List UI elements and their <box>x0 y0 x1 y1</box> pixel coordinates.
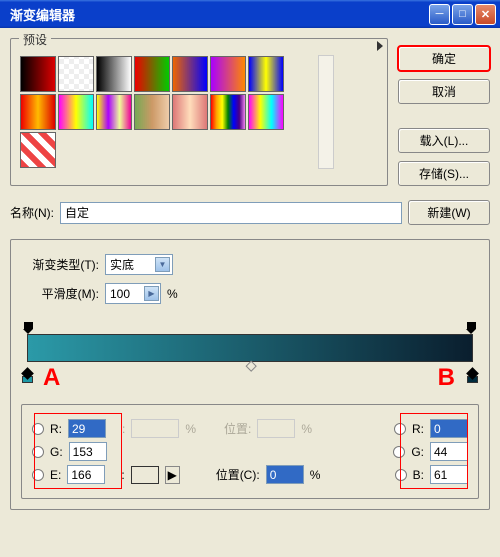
dialog-body: 预设 确定 取消 载入(L)... 存储(S)... 名称(N): 新建(W) … <box>0 28 500 520</box>
left-g-radio[interactable] <box>32 446 44 458</box>
preset-swatch[interactable] <box>58 56 94 92</box>
maximize-button[interactable]: □ <box>452 4 473 25</box>
preset-swatch[interactable] <box>58 94 94 130</box>
preset-swatch[interactable] <box>134 56 170 92</box>
preset-swatch[interactable] <box>210 56 246 92</box>
left-r-label: R: <box>50 422 62 436</box>
preset-swatch[interactable] <box>20 132 56 168</box>
ok-button[interactable]: 确定 <box>398 46 490 71</box>
save-button[interactable]: 存储(S)... <box>398 161 490 186</box>
left-b-label: E: <box>50 468 61 482</box>
chevron-down-icon: ▼ <box>155 257 170 272</box>
gradient-type-label: 渐变类型(T): <box>21 256 99 273</box>
pct-dim-2: % <box>301 422 312 436</box>
window-title: 渐变编辑器 <box>4 5 75 24</box>
color-menu-button[interactable]: ▶ <box>165 466 180 484</box>
annotation-b: B <box>438 364 455 392</box>
pct-label: % <box>310 468 321 482</box>
right-b-input[interactable]: 61 <box>430 465 468 484</box>
gradient-type-select[interactable]: 实底 ▼ <box>105 254 173 275</box>
position-input-disabled <box>257 419 295 438</box>
preset-swatch[interactable] <box>96 56 132 92</box>
pct-dim-1: % <box>185 422 196 436</box>
presets-frame: 预设 <box>10 38 388 186</box>
window-buttons: ─ □ ✕ <box>429 4 496 25</box>
preset-swatch[interactable] <box>134 94 170 130</box>
load-button[interactable]: 载入(L)... <box>398 128 490 153</box>
gradient-preview-bar[interactable] <box>27 334 473 362</box>
minimize-button[interactable]: ─ <box>429 4 450 25</box>
right-g-input[interactable]: 44 <box>430 442 468 461</box>
new-button[interactable]: 新建(W) <box>408 200 490 225</box>
left-b-input[interactable]: 166 <box>67 465 105 484</box>
preset-swatch[interactable] <box>248 56 284 92</box>
preset-swatch[interactable] <box>20 56 56 92</box>
preset-swatch-grid <box>19 55 314 169</box>
position-input[interactable]: 0 <box>266 465 304 484</box>
gradient-editor[interactable]: A B <box>21 322 479 382</box>
right-r-label: R: <box>412 422 424 436</box>
percent-label: % <box>167 287 178 301</box>
presets-label: 预设 <box>19 31 51 48</box>
right-r-radio[interactable] <box>394 423 406 435</box>
gradient-type-value: 实底 <box>110 256 134 273</box>
preset-swatch[interactable] <box>210 94 246 130</box>
name-input[interactable] <box>60 202 402 224</box>
position-label-dim: 位置: <box>224 420 251 437</box>
presets-scrollbar[interactable] <box>318 55 334 169</box>
right-g-radio[interactable] <box>393 446 405 458</box>
left-g-input[interactable]: 153 <box>69 442 107 461</box>
name-label: 名称(N): <box>10 204 54 221</box>
titlebar: 渐变编辑器 ─ □ ✕ <box>0 0 500 28</box>
color-stop-left[interactable] <box>21 369 34 382</box>
preset-swatch[interactable] <box>172 56 208 92</box>
position-label: 位置(C): <box>216 466 260 483</box>
smoothness-input[interactable]: 100 ▶ <box>105 283 161 304</box>
cancel-button[interactable]: 取消 <box>398 79 490 104</box>
left-g-label: G: <box>50 445 63 459</box>
play-icon: ▶ <box>144 286 159 301</box>
right-r-input[interactable]: 0 <box>430 419 468 438</box>
right-b-label: B: <box>413 468 424 482</box>
annotation-a: A <box>43 364 60 392</box>
opacity-stop-right[interactable] <box>466 322 477 333</box>
stops-frame: R: 29 : % 位置: % R: 0 G: 153 <box>21 404 479 499</box>
opacity-input-disabled <box>131 419 179 438</box>
preset-swatch[interactable] <box>248 94 284 130</box>
right-b-radio[interactable] <box>395 469 407 481</box>
presets-menu-icon[interactable] <box>377 41 383 51</box>
left-r-radio[interactable] <box>32 423 44 435</box>
color-preview[interactable] <box>131 466 159 484</box>
opacity-colon: : <box>122 422 125 436</box>
color-stop-right[interactable] <box>466 369 479 382</box>
left-b-radio[interactable] <box>32 469 44 481</box>
color-colon: : <box>121 468 124 482</box>
opacity-stop-left[interactable] <box>23 322 34 333</box>
smoothness-value: 100 <box>110 287 130 301</box>
gradient-frame: 渐变类型(T): 实底 ▼ 平滑度(M): 100 ▶ % A B <box>10 239 490 510</box>
close-button[interactable]: ✕ <box>475 4 496 25</box>
left-r-input[interactable]: 29 <box>68 419 106 438</box>
midpoint-handle[interactable] <box>246 361 257 372</box>
preset-swatch[interactable] <box>96 94 132 130</box>
right-g-label: G: <box>411 445 424 459</box>
preset-swatch[interactable] <box>172 94 208 130</box>
preset-swatch[interactable] <box>20 94 56 130</box>
smoothness-label: 平滑度(M): <box>21 285 99 302</box>
name-row: 名称(N): 新建(W) <box>10 200 490 225</box>
right-button-column: 确定 取消 载入(L)... 存储(S)... <box>398 46 490 186</box>
